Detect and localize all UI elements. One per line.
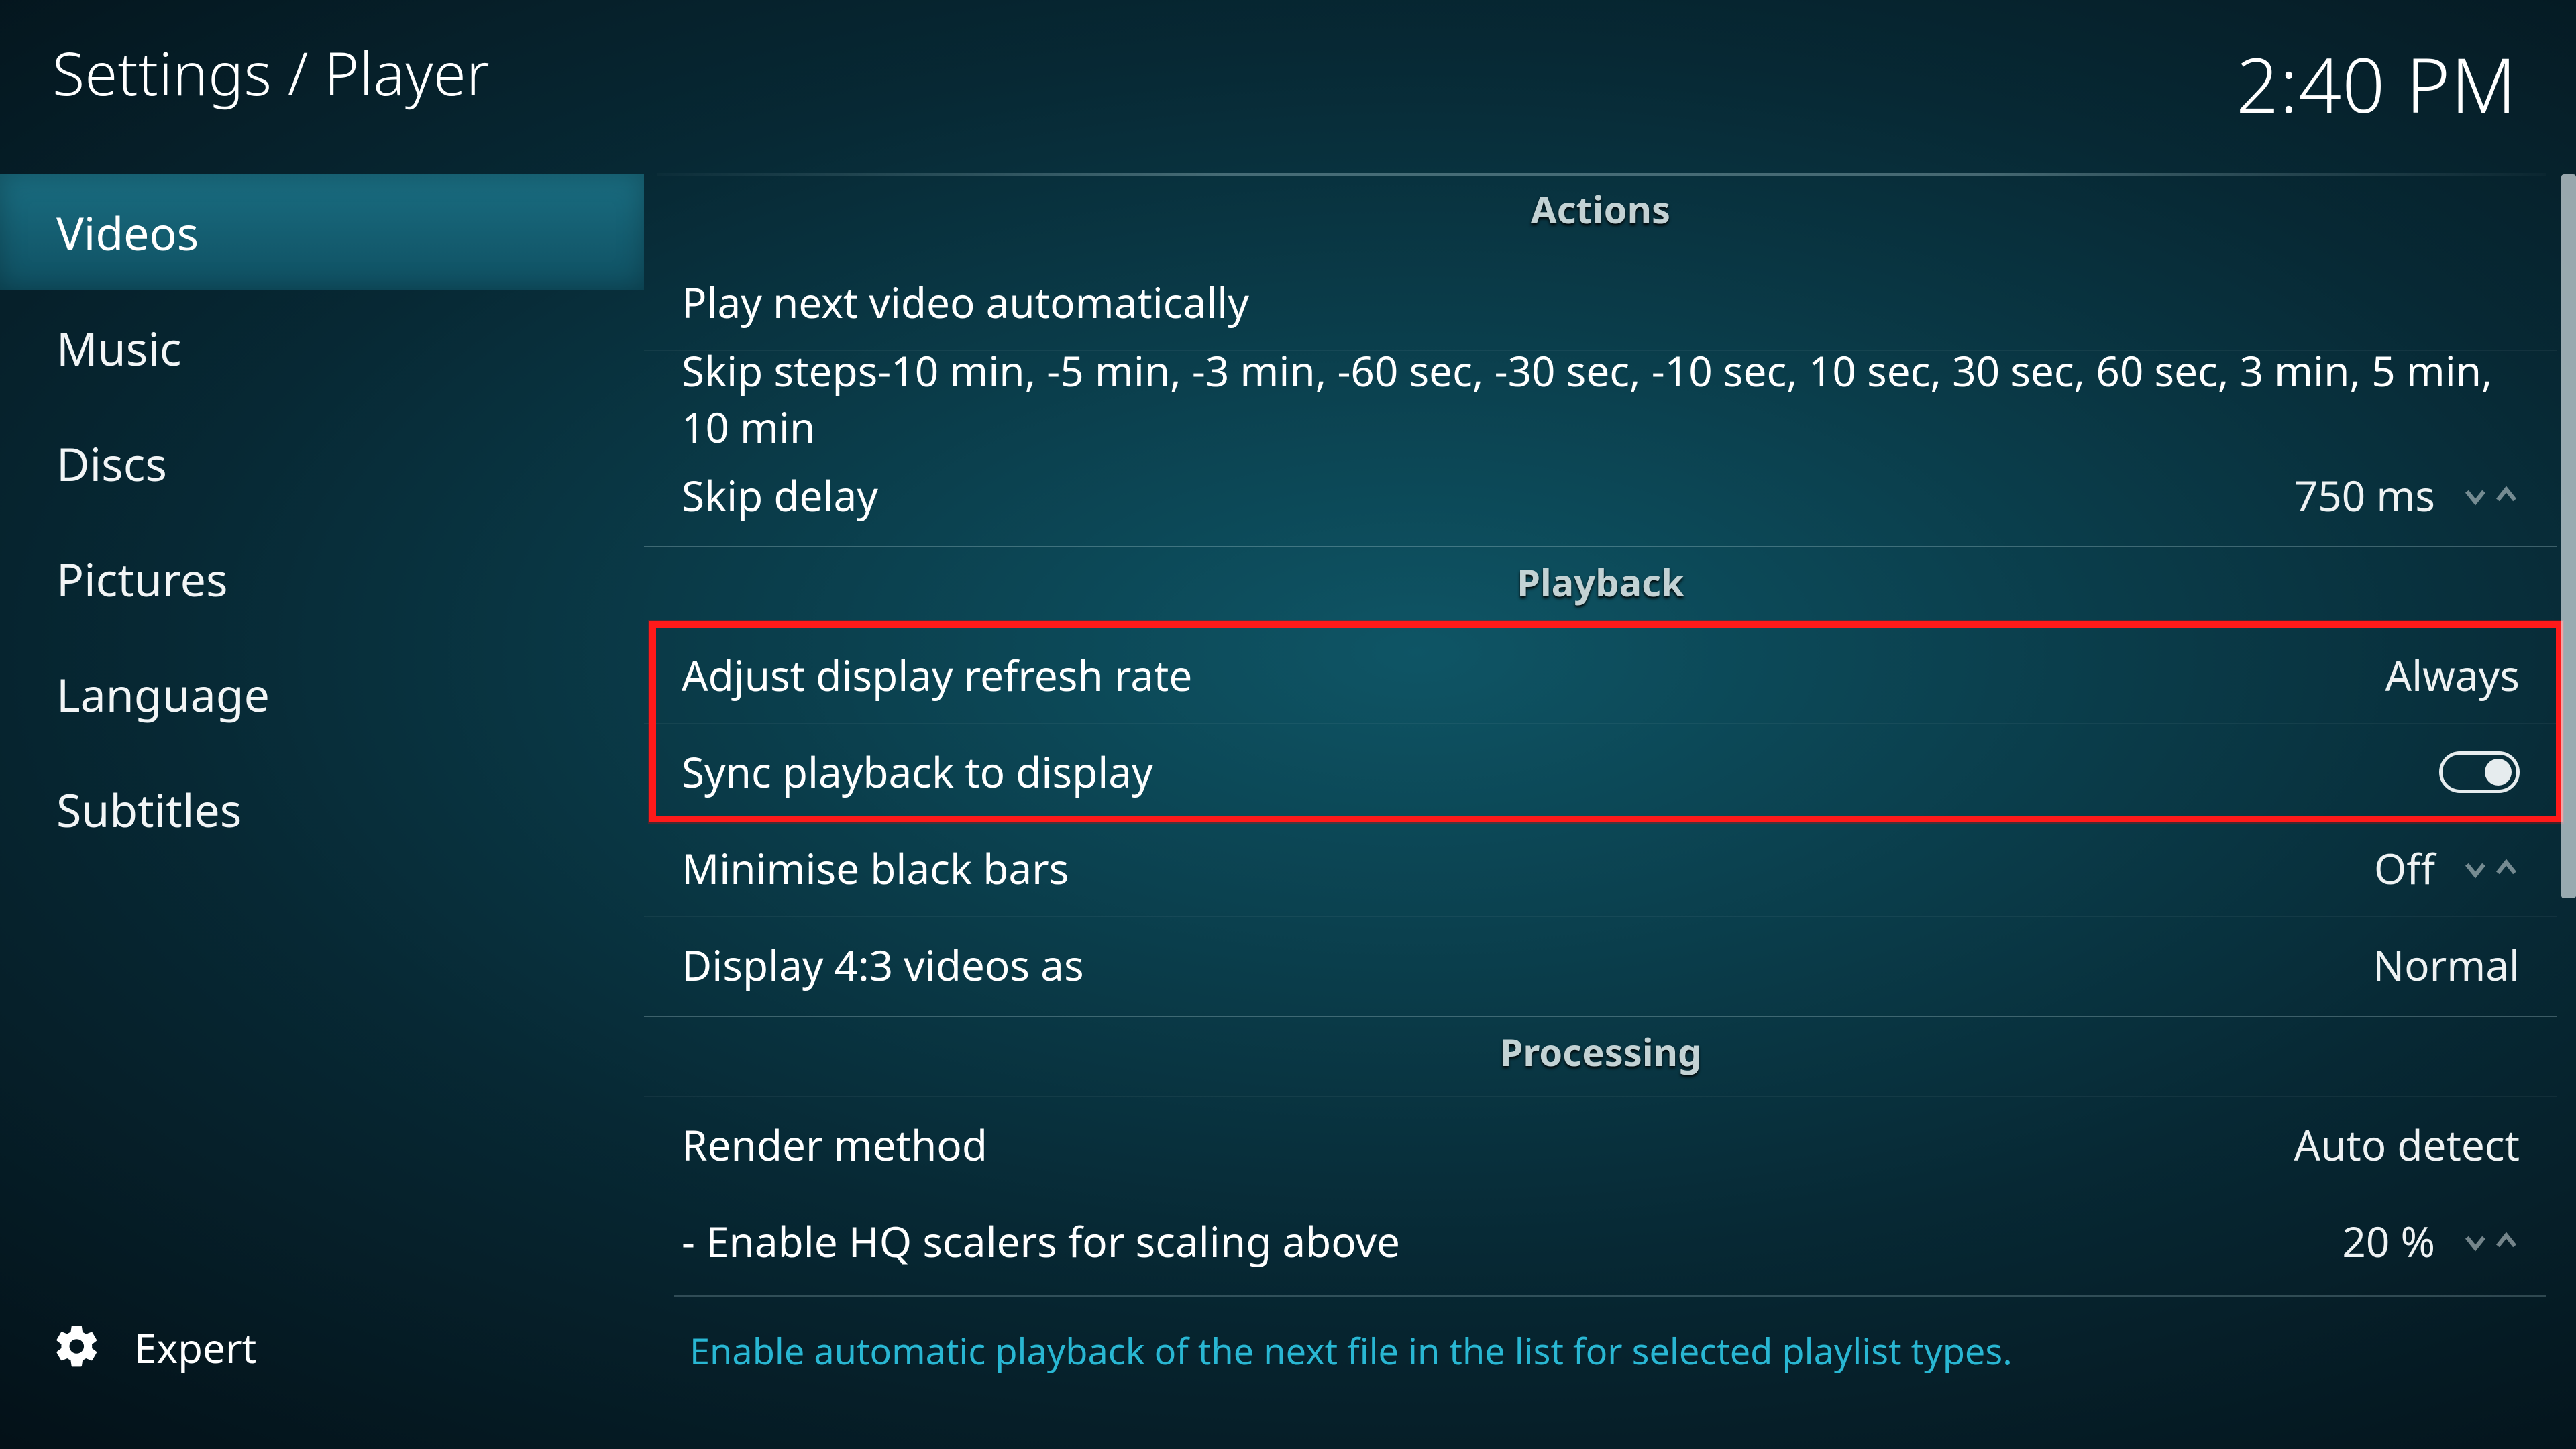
main: Videos Music Discs Pictures Language Sub… [0,174,2576,1288]
footer: Expert Enable automatic playback of the … [0,1269,2576,1449]
row-value-text: Normal [2373,937,2520,994]
row-label: Minimise black bars [682,841,2374,897]
sidebar-item-label: Videos [56,201,199,264]
setting-hint: Enable automatic playback of the next fi… [690,1326,2012,1375]
row-label: Display 4:3 videos as [682,937,2373,994]
sidebar-item-label: Subtitles [56,778,241,841]
row-value-text: 750 ms [2294,468,2435,524]
sidebar-item-discs[interactable]: Discs [0,405,644,521]
section-title-playback: Playback [644,547,2557,627]
row-value: Off [2374,841,2520,897]
row-skip-steps[interactable]: Skip steps-10 min, -5 min, -3 min, -60 s… [644,350,2557,447]
sidebar: Videos Music Discs Pictures Language Sub… [0,174,644,1288]
scrollbar[interactable] [2561,174,2576,1288]
row-label: Sync playback to display [682,744,2439,800]
sidebar-item-label: Language [56,663,270,725]
row-value-text: Auto detect [2294,1117,2520,1173]
row-render-method[interactable]: Render method Auto detect [644,1096,2557,1193]
sidebar-item-label: Discs [56,432,167,494]
row-value-text: Always [2385,647,2520,704]
scrollbar-thumb[interactable] [2561,174,2576,898]
row-value: 20 % [2342,1214,2520,1270]
toggle-icon[interactable] [2439,751,2520,793]
row-skip-delay[interactable]: Skip delay 750 ms [644,447,2557,543]
gear-icon [52,1322,102,1375]
sidebar-item-videos[interactable]: Videos [0,174,644,290]
sidebar-item-label: Music [56,317,181,379]
row-value: 750 ms [2294,468,2520,524]
settings-scroll[interactable]: Actions Play next video automatically Sk… [644,174,2557,1288]
row-label: Adjust display refresh rate [682,647,2385,704]
row-value-inline: -10 min, -5 min, -3 min, -60 sec, -30 se… [682,343,2493,455]
row-label: Skip steps-10 min, -5 min, -3 min, -60 s… [682,343,2520,455]
sidebar-item-music[interactable]: Music [0,290,644,405]
sidebar-item-language[interactable]: Language [0,636,644,751]
row-sync-display[interactable]: Sync playback to display [644,723,2557,820]
row-label: Skip delay [682,468,2294,524]
header: Settings / Player 2:40 PM [0,0,2576,174]
row-display-43[interactable]: Display 4:3 videos as Normal [644,916,2557,1013]
row-label: Render method [682,1117,2294,1173]
section-title-processing: Processing [644,1017,2557,1096]
row-value-text: Off [2374,841,2435,897]
spinner-icon[interactable] [2462,1227,2520,1256]
row-label: - Enable HQ scalers for scaling above [682,1214,2342,1270]
sidebar-item-subtitles[interactable]: Subtitles [0,751,644,867]
row-value: Auto detect [2294,1117,2520,1173]
row-play-next[interactable]: Play next video automatically [644,254,2557,350]
sidebar-item-label: Pictures [56,547,228,610]
row-value-text: 20 % [2342,1214,2435,1270]
breadcrumb: Settings / Player [52,32,490,113]
settings-level-button[interactable]: Expert [52,1320,256,1375]
row-label-text: Skip steps [682,343,877,399]
section-title-actions: Actions [644,174,2557,254]
row-refresh-rate[interactable]: Adjust display refresh rate Always [644,627,2557,723]
spinner-icon[interactable] [2462,481,2520,511]
spinner-icon[interactable] [2462,854,2520,883]
row-value: Always [2385,647,2520,704]
settings-panel: Actions Play next video automatically Sk… [644,174,2576,1288]
settings-level-label: Expert [134,1320,256,1375]
row-label: Play next video automatically [682,274,2520,331]
row-black-bars[interactable]: Minimise black bars Off [644,820,2557,916]
row-value: Normal [2373,937,2520,994]
clock: 2:40 PM [2236,32,2517,135]
sidebar-item-pictures[interactable]: Pictures [0,521,644,636]
row-value [2439,751,2520,793]
